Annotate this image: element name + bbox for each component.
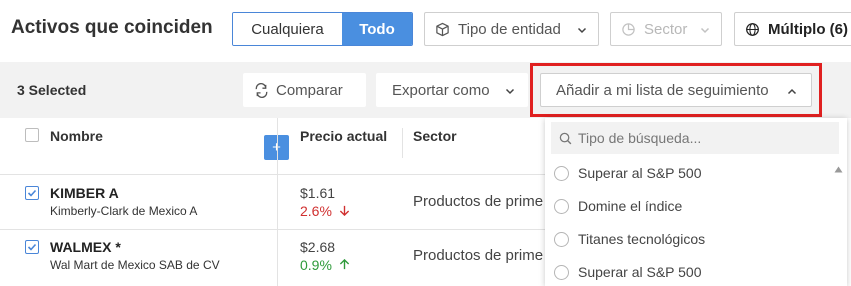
- multiple-label: Múltiplo (6): [768, 20, 848, 38]
- match-any-button[interactable]: Cualquiera: [233, 13, 342, 45]
- column-name-header[interactable]: Nombre: [50, 128, 103, 144]
- watchlist-search-input[interactable]: Tipo de búsqueda...: [551, 122, 839, 154]
- match-all-button[interactable]: Todo: [342, 13, 412, 45]
- change-value: 0.9%: [300, 257, 332, 273]
- sector-cell: Productos de prime: [413, 193, 544, 210]
- sector-dropdown[interactable]: Sector: [610, 12, 722, 46]
- option-label: Superar al S&P 500: [578, 264, 702, 280]
- check-icon: [27, 243, 37, 251]
- arrow-down-icon: [339, 205, 349, 217]
- compare-icon: [255, 82, 268, 98]
- radio-button[interactable]: [554, 165, 569, 181]
- chevron-down-icon: [577, 27, 587, 34]
- watchlist-option[interactable]: Superar al S&P 500: [554, 264, 702, 280]
- column-sector-header[interactable]: Sector: [413, 128, 457, 144]
- radio-button[interactable]: [554, 264, 569, 280]
- ticker[interactable]: WALMEX *: [50, 239, 121, 255]
- watchlist-option[interactable]: Titanes tecnológicos: [554, 231, 705, 247]
- watchlist-option[interactable]: Superar al S&P 500: [554, 165, 702, 181]
- compare-label: Comparar: [276, 81, 343, 99]
- cube-icon: [436, 22, 449, 36]
- compare-button[interactable]: Comparar: [243, 73, 366, 107]
- multiple-dropdown[interactable]: Múltiplo (6): [734, 12, 851, 46]
- current-price: $2.68: [300, 239, 336, 255]
- change-value: 2.6%: [300, 203, 332, 219]
- row-checkbox[interactable]: [25, 240, 39, 254]
- match-mode-toggle: Cualquiera Todo: [232, 12, 413, 46]
- select-all-checkbox[interactable]: [25, 128, 39, 142]
- option-label: Superar al S&P 500: [578, 165, 702, 181]
- row-checkbox[interactable]: [25, 186, 39, 200]
- option-label: Domine el índice: [578, 198, 683, 214]
- column-divider: [402, 128, 403, 158]
- selected-count: 3 Selected: [17, 82, 87, 98]
- watchlist-option[interactable]: Domine el índice: [554, 198, 682, 214]
- search-icon: [559, 132, 572, 144]
- highlight-box: [530, 63, 822, 117]
- column-divider: [277, 118, 278, 286]
- entity-type-label: Tipo de entidad: [458, 20, 561, 38]
- ticker[interactable]: KIMBER A: [50, 185, 119, 201]
- column-price-header[interactable]: Precio actual: [300, 128, 387, 144]
- arrow-up-icon: [339, 258, 349, 270]
- price-change: 0.9%: [300, 257, 350, 273]
- export-label: Exportar como: [392, 81, 490, 99]
- export-dropdown[interactable]: Exportar como: [376, 73, 528, 107]
- globe-icon: [746, 22, 759, 36]
- search-placeholder: Tipo de búsqueda...: [578, 130, 702, 146]
- check-icon: [27, 189, 37, 197]
- scroll-up-icon[interactable]: [834, 166, 843, 173]
- sector-cell: Productos de prime: [413, 247, 544, 264]
- sector-label: Sector: [644, 20, 688, 38]
- current-price: $1.61: [300, 185, 336, 201]
- pie-icon: [622, 22, 635, 36]
- page-title: Activos que coinciden: [11, 17, 213, 38]
- chevron-down-icon: [700, 27, 710, 34]
- price-change: 2.6%: [300, 203, 350, 219]
- company-name: Kimberly-Clark de Mexico A: [50, 204, 198, 218]
- radio-button[interactable]: [554, 198, 569, 214]
- watchlist-menu: Tipo de búsqueda... Superar al S&P 500 D…: [545, 118, 847, 286]
- entity-type-dropdown[interactable]: Tipo de entidad: [424, 12, 599, 46]
- company-name: Wal Mart de Mexico SAB de CV: [50, 258, 220, 272]
- radio-button[interactable]: [554, 231, 569, 247]
- option-label: Titanes tecnológicos: [578, 231, 706, 247]
- chevron-down-icon: [505, 88, 515, 95]
